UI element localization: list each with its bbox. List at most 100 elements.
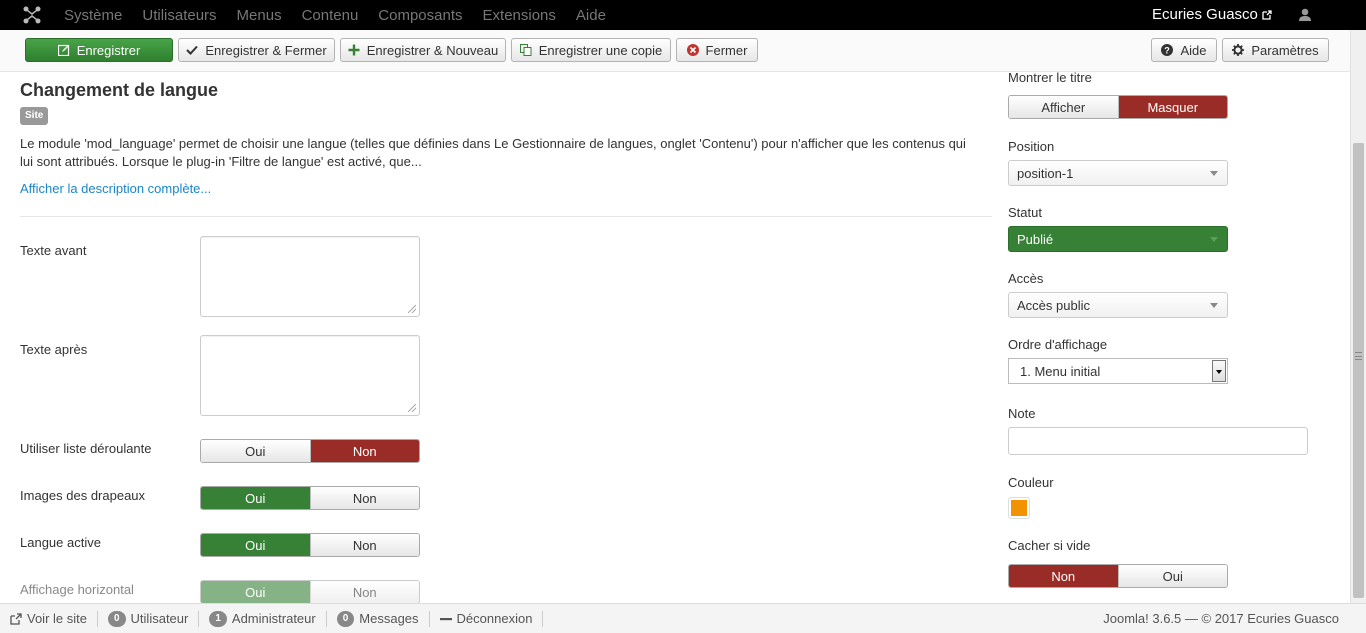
plus-icon: [348, 44, 360, 56]
ordering-select[interactable]: 1. Menu initial: [1008, 358, 1228, 384]
status-value: Publié: [1017, 231, 1054, 247]
dropdown-no-button[interactable]: Non: [309, 440, 419, 462]
copyright-text: Joomla! 3.6.5 — © 2017 Ecuries Guasco: [1103, 611, 1339, 626]
site-name-link[interactable]: Ecuries Guasco: [1152, 6, 1272, 23]
main-menu: Système Utilisateurs Menus Contenu Compo…: [64, 0, 626, 30]
show-title-show-button[interactable]: Afficher: [1009, 96, 1118, 118]
edit-icon: [57, 44, 69, 56]
horizontal-label: Affichage horizontal: [20, 582, 134, 597]
resize-grip-icon[interactable]: [408, 305, 416, 313]
active-language-no-button[interactable]: Non: [309, 534, 419, 556]
site-badge: Site: [20, 107, 49, 125]
active-language-toggle: Oui Non: [200, 533, 420, 557]
messages-link[interactable]: 0 Messages: [327, 610, 430, 627]
horizontal-yes-button[interactable]: Oui: [201, 581, 310, 603]
chevron-down-icon[interactable]: [1212, 360, 1226, 382]
module-title: Changement de langue: [20, 80, 219, 100]
messages-label: Messages: [359, 611, 419, 626]
menu-components[interactable]: Composants: [378, 7, 462, 24]
hide-empty-yes-button[interactable]: Oui: [1117, 565, 1227, 587]
users-count-badge: 0: [107, 610, 126, 627]
position-value: position-1: [1017, 165, 1074, 181]
close-button[interactable]: Fermer: [676, 38, 758, 62]
status-select[interactable]: Publié: [1008, 226, 1228, 252]
flags-no-button[interactable]: Non: [309, 487, 419, 509]
color-swatch-fill: [1011, 500, 1027, 516]
color-swatch[interactable]: [1008, 497, 1030, 519]
vertical-scrollbar[interactable]: [1350, 30, 1366, 603]
text-before-textarea[interactable]: [200, 236, 420, 317]
text-after-label: Texte après: [20, 342, 88, 357]
gear-icon: [1232, 44, 1245, 56]
user-icon[interactable]: [1297, 7, 1313, 23]
horizontal-no-button[interactable]: Non: [309, 581, 419, 603]
users-link[interactable]: 0 Utilisateur: [98, 610, 200, 627]
scroll-grip-icon: [1355, 352, 1362, 360]
question-icon: ?: [1161, 44, 1174, 56]
messages-count-badge: 0: [336, 610, 355, 627]
close-label: Fermer: [705, 42, 748, 58]
view-site-label: Voir le site: [27, 611, 87, 626]
full-description-link[interactable]: Afficher la description complète...: [20, 181, 211, 196]
module-description: Le module 'mod_language' permet de chois…: [20, 136, 966, 169]
svg-text:?: ?: [1165, 46, 1171, 56]
chevron-down-icon: [1210, 303, 1218, 308]
save-copy-label: Enregistrer une copie: [538, 42, 663, 58]
active-language-label: Langue active: [20, 535, 101, 550]
dropdown-toggle: Oui Non: [200, 439, 420, 463]
chevron-down-icon: [1210, 237, 1218, 242]
toolbar: Enregistrer Enregistrer & Fermer Enregis…: [0, 30, 1350, 72]
admins-label: Administrateur: [231, 611, 316, 626]
menu-menus[interactable]: Menus: [237, 7, 282, 24]
active-language-yes-button[interactable]: Oui: [201, 534, 310, 556]
hide-empty-label: Cacher si vide: [1008, 538, 1091, 553]
menu-help[interactable]: Aide: [576, 7, 606, 24]
color-label: Couleur: [1008, 475, 1054, 490]
dropdown-yes-button[interactable]: Oui: [201, 440, 310, 462]
joomla-logo-icon[interactable]: [0, 0, 64, 30]
note-input[interactable]: [1008, 427, 1308, 455]
logout-link[interactable]: Déconnexion: [430, 610, 544, 627]
help-button[interactable]: ? Aide: [1151, 38, 1217, 62]
logout-label: Déconnexion: [456, 611, 533, 626]
menu-extensions[interactable]: Extensions: [483, 7, 556, 24]
external-link-icon: [1262, 9, 1272, 20]
access-select[interactable]: Accès public: [1008, 292, 1228, 318]
admins-count-badge: 1: [209, 610, 227, 627]
horizontal-toggle: Oui Non: [200, 580, 420, 604]
save-close-label: Enregistrer & Fermer: [205, 42, 327, 58]
show-title-label: Montrer le titre: [1008, 70, 1092, 85]
note-label: Note: [1008, 406, 1036, 421]
position-select[interactable]: position-1: [1008, 160, 1228, 186]
menu-users[interactable]: Utilisateurs: [142, 7, 216, 24]
menu-content[interactable]: Contenu: [302, 7, 359, 24]
site-name: Ecuries Guasco: [1152, 6, 1258, 23]
resize-grip-icon[interactable]: [408, 404, 416, 412]
hide-empty-toggle: Non Oui: [1008, 564, 1228, 588]
show-title-toggle: Afficher Masquer: [1008, 95, 1228, 119]
access-label: Accès: [1008, 271, 1044, 286]
save-close-button[interactable]: Enregistrer & Fermer: [178, 38, 335, 62]
scrollbar-thumb[interactable]: [1353, 143, 1364, 598]
admins-link[interactable]: 1 Administrateur: [199, 610, 327, 627]
view-site-link[interactable]: Voir le site: [0, 610, 98, 627]
save-new-label: Enregistrer & Nouveau: [366, 42, 499, 58]
minus-icon: [439, 617, 452, 620]
save-button[interactable]: Enregistrer: [25, 38, 173, 62]
save-label: Enregistrer: [76, 42, 141, 58]
save-new-button[interactable]: Enregistrer & Nouveau: [340, 38, 506, 62]
ordering-value: 1. Menu initial: [1020, 363, 1101, 379]
hide-empty-no-button[interactable]: Non: [1009, 565, 1118, 587]
cancel-icon: [686, 44, 699, 56]
flags-yes-button[interactable]: Oui: [201, 487, 310, 509]
show-title-hide-button[interactable]: Masquer: [1117, 96, 1227, 118]
flags-label: Images des drapeaux: [20, 488, 146, 503]
help-label: Aide: [1180, 42, 1207, 58]
status-bar: Voir le site 0 Utilisateur 1 Administrat…: [0, 603, 1366, 633]
text-before-label: Texte avant: [20, 243, 87, 258]
check-icon: [186, 45, 199, 55]
text-after-textarea[interactable]: [200, 335, 420, 416]
menu-system[interactable]: Système: [64, 7, 122, 24]
save-copy-button[interactable]: Enregistrer une copie: [511, 38, 671, 62]
options-button[interactable]: Paramètres: [1222, 38, 1329, 62]
